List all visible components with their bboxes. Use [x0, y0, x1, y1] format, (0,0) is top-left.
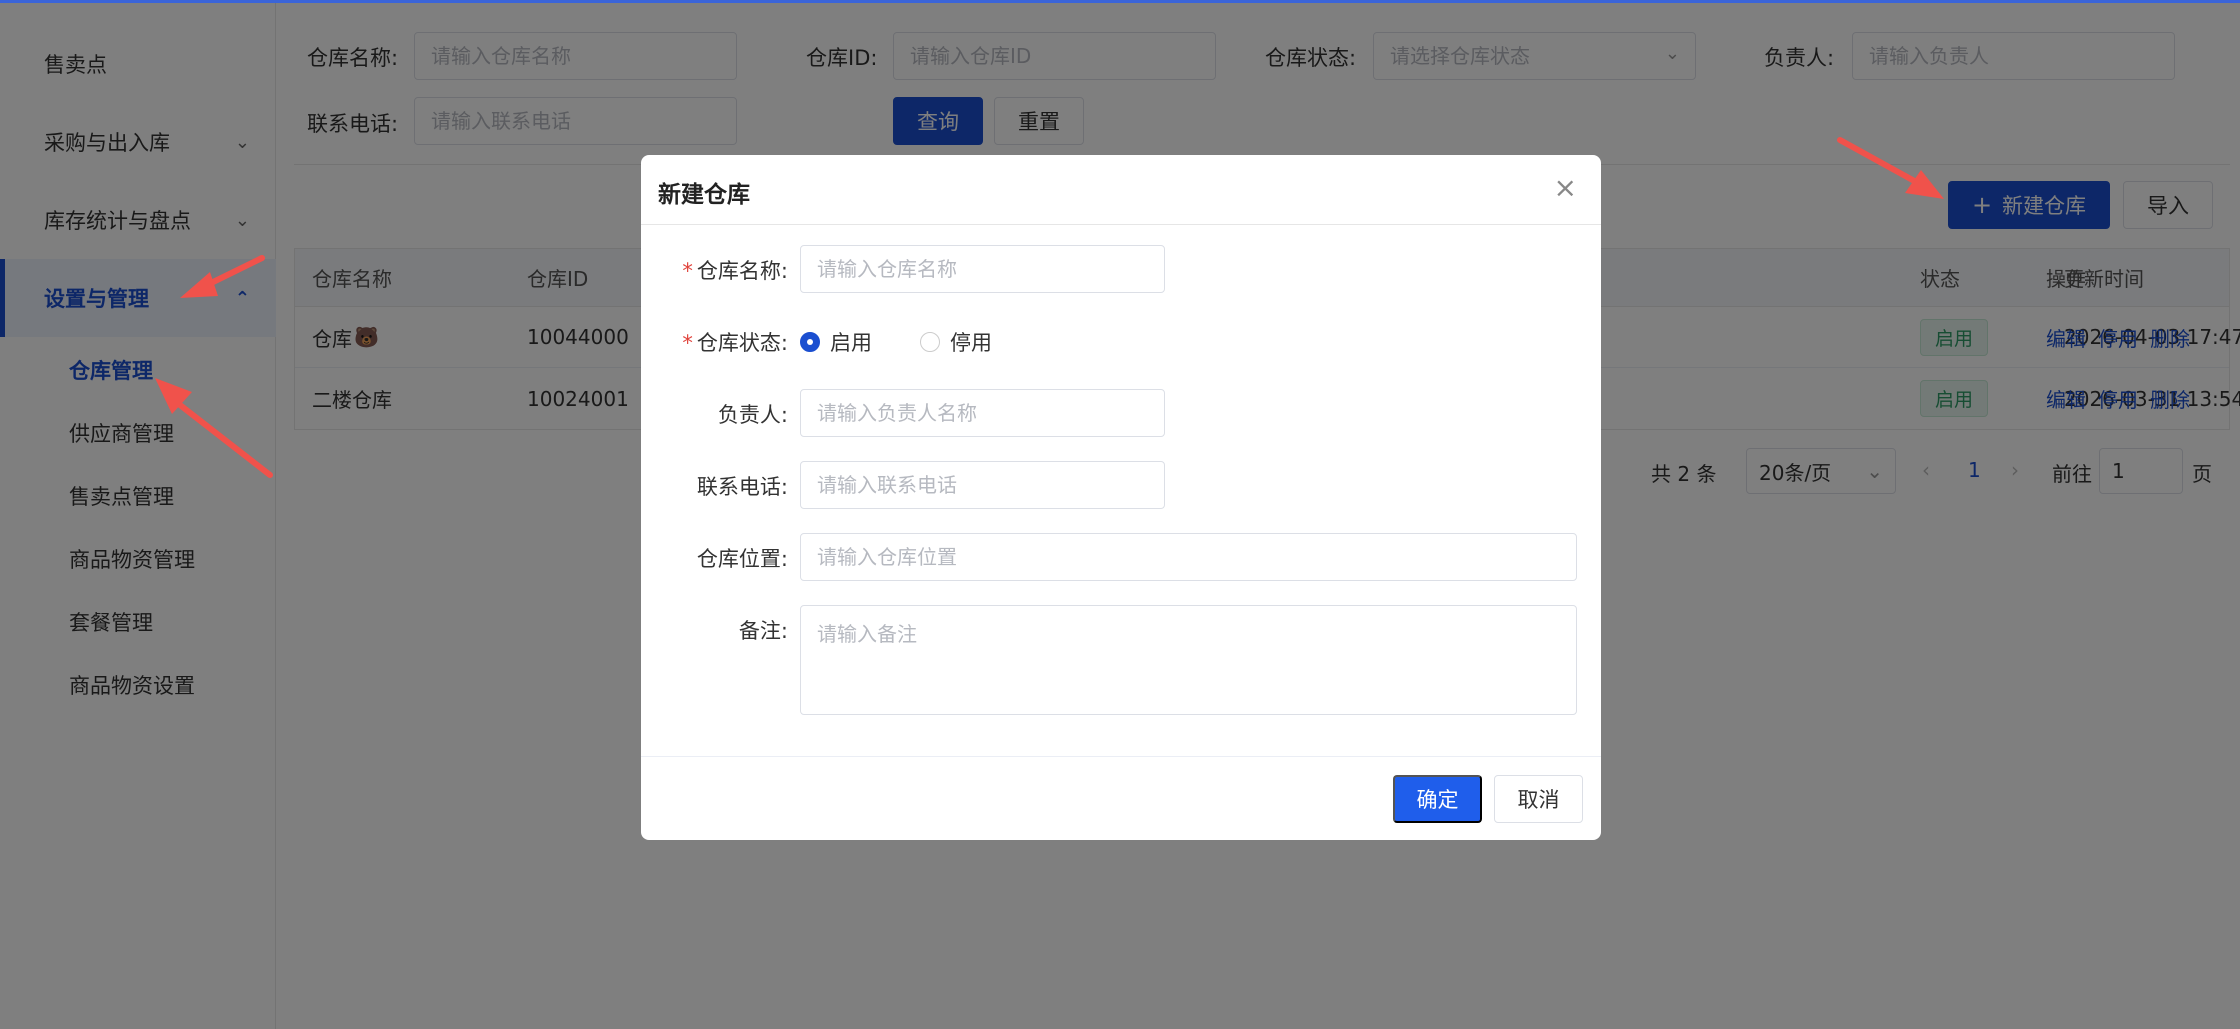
name-label: * 仓库名称:: [658, 255, 788, 285]
radio-unchecked-icon: [920, 332, 940, 352]
owner-input[interactable]: [800, 389, 1165, 437]
phone-input[interactable]: [800, 461, 1165, 509]
form-row-phone: 联系电话:: [641, 461, 1601, 509]
status-label-text: 仓库状态:: [696, 331, 788, 355]
status-label: * 仓库状态:: [658, 327, 788, 357]
remark-label: 备注:: [738, 619, 788, 643]
dialog-header: 新建仓库 ×: [641, 155, 1601, 225]
form-row-status: * 仓库状态: 启用 停用: [641, 317, 1601, 365]
form-row-owner: 负责人:: [641, 389, 1601, 437]
confirm-button[interactable]: 确定: [1393, 775, 1482, 823]
form-row-remark: 备注:: [641, 605, 1601, 715]
radio-label: 停用: [950, 331, 992, 355]
required-mark: *: [682, 259, 693, 283]
cancel-button[interactable]: 取消: [1494, 775, 1583, 823]
new-warehouse-dialog: 新建仓库 × *仓库名称: *仓库状态: 启用 停用 负责人: 联系电话: 仓库…: [641, 155, 1601, 840]
remark-textarea[interactable]: [800, 605, 1577, 715]
form-row-location: 仓库位置:: [641, 533, 1601, 581]
close-icon[interactable]: ×: [1554, 171, 1577, 204]
form-row-name: * 仓库名称:: [641, 245, 1601, 293]
phone-label: 联系电话:: [696, 475, 788, 499]
radio-checked-icon: [800, 332, 820, 352]
required-mark: *: [682, 331, 693, 355]
radio-label: 启用: [830, 331, 872, 355]
location-input[interactable]: [800, 533, 1577, 581]
dialog-title: 新建仓库: [658, 182, 750, 208]
status-radio-enabled[interactable]: 启用: [800, 327, 872, 357]
owner-label: 负责人:: [717, 403, 788, 427]
name-label-text: 仓库名称:: [696, 259, 788, 283]
status-radio-disabled[interactable]: 停用: [920, 327, 992, 357]
warehouse-name-input[interactable]: [800, 245, 1165, 293]
dialog-footer-divider: [641, 756, 1601, 757]
location-label: 仓库位置:: [696, 547, 788, 571]
top-accent-line: [0, 0, 2240, 3]
